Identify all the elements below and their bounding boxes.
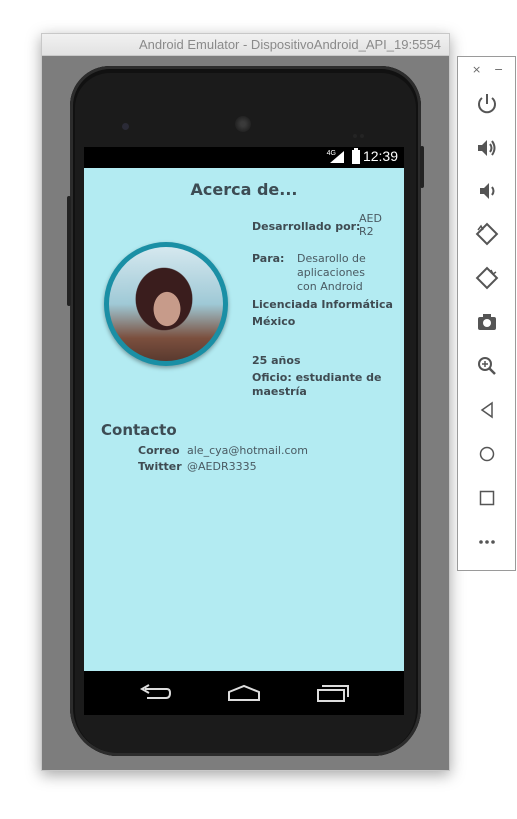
battery-icon <box>352 148 360 164</box>
device-screen: 4G 12:39 Acerca de... Desarrollado por: … <box>84 147 404 715</box>
device-volume-button <box>67 196 71 306</box>
rotate-right-icon[interactable] <box>475 266 499 290</box>
for-label: Para: <box>252 252 285 265</box>
volume-down-icon[interactable] <box>475 179 499 203</box>
twitter-label: Twitter <box>138 460 182 473</box>
degree-text: Licenciada Informática <box>252 298 393 311</box>
status-time: 12:39 <box>362 148 398 164</box>
close-icon[interactable]: × <box>472 63 481 76</box>
developed-by-label: Desarrollado por: <box>252 220 361 233</box>
zoom-icon[interactable] <box>475 354 499 378</box>
twitter-value[interactable]: @AEDR3335 <box>187 460 257 473</box>
speaker-grille <box>235 116 251 132</box>
email-label: Correo <box>138 444 180 457</box>
nav-back-icon[interactable] <box>139 684 171 702</box>
camera-icon[interactable] <box>475 310 499 334</box>
rotate-left-icon[interactable] <box>475 222 499 246</box>
volume-up-icon[interactable] <box>475 136 499 160</box>
back-icon[interactable] <box>475 398 499 422</box>
age-text: 25 años <box>252 354 301 367</box>
email-value[interactable]: ale_cya@hotmail.com <box>187 444 308 457</box>
country-text: México <box>252 315 296 328</box>
power-icon[interactable] <box>475 92 499 116</box>
proximity-sensor <box>353 123 369 138</box>
minimize-icon[interactable]: − <box>494 63 503 76</box>
nav-home-icon[interactable] <box>227 684 261 702</box>
more-icon[interactable] <box>475 530 499 554</box>
window-title: Android Emulator - DispositivoAndroid_AP… <box>42 34 449 56</box>
developed-by-value: AED R2 <box>359 212 382 238</box>
avatar <box>104 242 228 366</box>
status-bar: 4G 12:39 <box>84 147 404 168</box>
navigation-bar <box>84 671 404 715</box>
signal-icon <box>330 151 344 163</box>
front-camera <box>122 123 129 130</box>
contact-heading: Contacto <box>101 421 177 439</box>
overview-icon[interactable] <box>475 486 499 510</box>
occupation-text: Oficio: estudiante de maestría <box>252 371 382 398</box>
emulator-toolbar: × − <box>457 56 516 571</box>
profile-photo <box>109 247 223 361</box>
home-icon[interactable] <box>475 442 499 466</box>
emulator-window: Android Emulator - DispositivoAndroid_AP… <box>41 33 450 771</box>
nav-recents-icon[interactable] <box>316 684 350 702</box>
device-power-button <box>420 146 424 188</box>
device-frame: 4G 12:39 Acerca de... Desarrollado por: … <box>67 66 424 756</box>
page-title: Acerca de... <box>190 180 298 199</box>
for-value: Desarollo de aplicaciones con Android <box>297 252 366 293</box>
